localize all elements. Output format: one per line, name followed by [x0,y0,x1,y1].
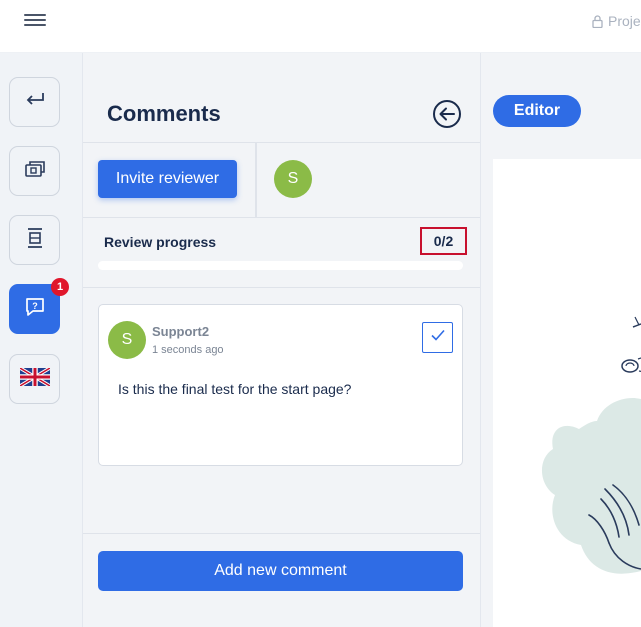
divider [83,217,480,218]
divider-vertical [255,143,257,217]
layout-frame-icon [24,226,46,255]
notification-badge: 1 [51,278,69,296]
svg-text:?: ? [32,301,38,311]
invite-reviewer-button[interactable]: Invite reviewer [98,160,237,198]
review-progress-bar [98,261,463,270]
project-link[interactable]: Proje [592,13,641,31]
rail-preview-button[interactable] [9,146,60,196]
divider [83,287,480,288]
return-arrow-icon [23,90,47,115]
editor-tab-button[interactable]: Editor [493,95,581,127]
checkmark-icon [430,328,446,347]
divider [83,142,480,143]
comment-question-icon: ? [23,296,47,323]
comment-card[interactable]: S Support2 1 seconds ago Is this the fin… [98,304,463,466]
resolve-checkbox[interactable] [422,322,453,353]
avatar: S [108,321,146,359]
comment-text: Is this the final test for the start pag… [118,381,352,397]
preview-card-icon [23,159,47,184]
review-progress-label: Review progress [104,234,217,250]
panel-title: Comments [107,101,221,126]
rail-return-button[interactable] [9,77,60,127]
editor-area: Editor [481,53,641,627]
comment-timestamp: 1 seconds ago [152,344,224,356]
reviewer-avatar[interactable]: S [274,160,312,198]
hamburger-icon[interactable] [24,11,46,29]
rail-layout-button[interactable] [9,215,60,265]
project-label: Proje [608,13,641,29]
illustration [541,316,641,574]
divider [83,533,480,534]
comment-author: Support2 [152,324,210,339]
comments-panel: Comments Invite reviewer S Review progre… [83,53,481,627]
top-bar: Proje [0,0,641,53]
review-progress-count: 0/2 [420,227,467,255]
left-rail: ? 1 [0,53,83,627]
arrow-left-circle-icon[interactable] [432,99,462,129]
rail-language-button[interactable] [9,354,60,404]
editor-canvas[interactable] [493,159,641,627]
rail-comments-button[interactable]: ? 1 [9,278,69,334]
add-new-comment-button[interactable]: Add new comment [98,551,463,591]
lock-icon [592,15,603,31]
uk-flag-icon [18,365,51,391]
